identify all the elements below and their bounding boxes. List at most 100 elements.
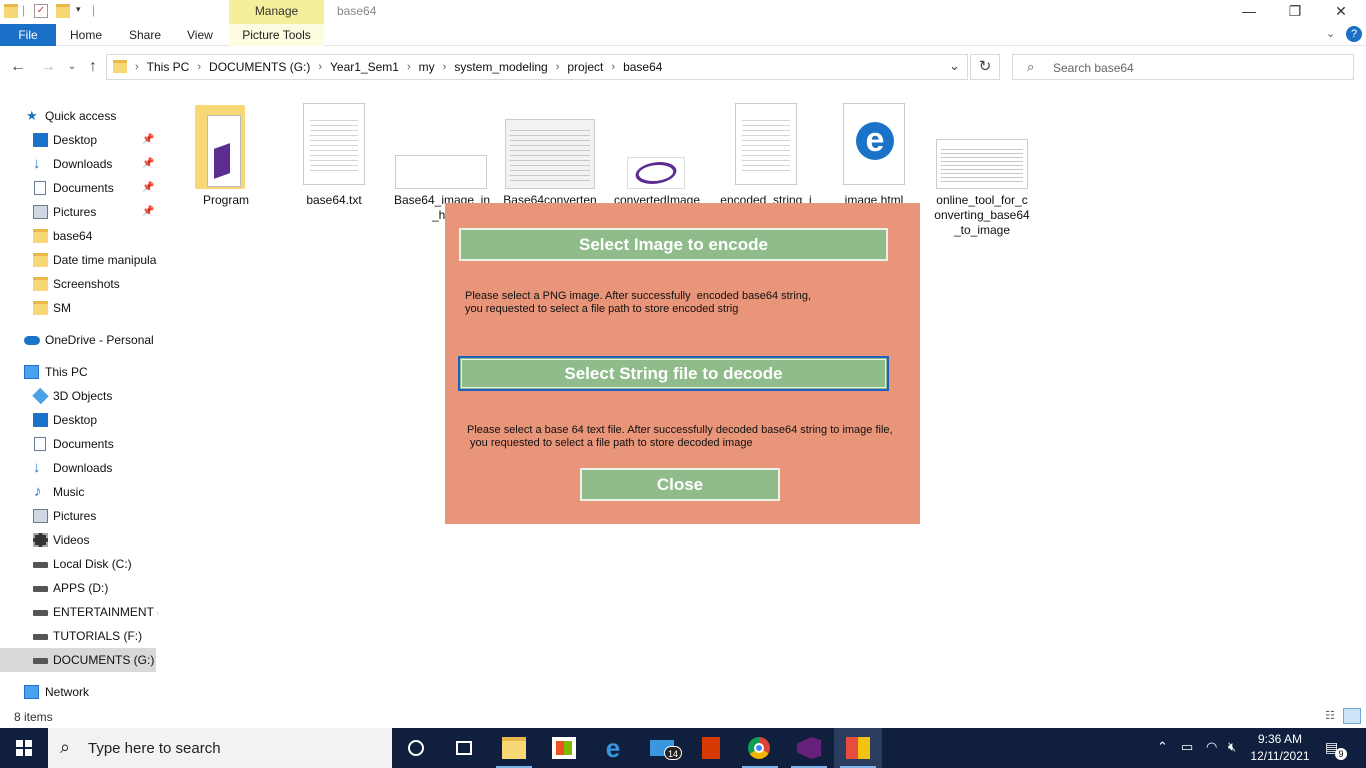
forward-arrow-icon[interactable]: → — [38, 58, 58, 76]
nav-onedrive[interactable]: OneDrive - Personal — [0, 328, 158, 352]
logo-shape — [631, 162, 681, 184]
nav-apps-d[interactable]: APPS (D:) — [0, 576, 158, 600]
nav-pictures[interactable]: Pictures — [0, 504, 158, 528]
taskbar-office[interactable] — [687, 728, 735, 768]
refresh-icon[interactable]: ↻ — [970, 54, 1000, 80]
divider: | — [92, 3, 96, 17]
volume-muted-icon[interactable]: 🔇︎ — [1228, 739, 1236, 755]
file-item-program[interactable]: Program — [177, 103, 275, 213]
customize-toolbar-icon[interactable]: ▾ — [76, 4, 81, 15]
taskbar-edge[interactable]: e — [589, 728, 637, 768]
taskbar-mail[interactable]: 14 — [638, 728, 686, 768]
nav-videos[interactable]: Videos — [0, 528, 158, 552]
taskbar-chrome[interactable] — [736, 728, 784, 768]
breadcrumb-year1-sem1[interactable]: Year1_Sem1 — [330, 60, 399, 74]
pin-icon[interactable]: 📌 — [142, 176, 154, 200]
nav-qa-base64[interactable]: base64 — [0, 224, 158, 248]
back-arrow-icon[interactable]: ← — [8, 58, 28, 76]
chevron-right-icon[interactable]: › — [611, 61, 615, 73]
task-view-button[interactable] — [440, 728, 488, 768]
pin-icon[interactable]: 📌 — [142, 128, 154, 152]
address-bar[interactable]: › This PC › DOCUMENTS (G:) › Year1_Sem1 … — [106, 54, 968, 80]
search-input[interactable]: ⌕ Search base64 — [1012, 54, 1354, 80]
title-bar: | ✓ ▾ | Manage base64 — ❐ ✕ — [0, 0, 1366, 24]
wifi-icon[interactable]: ◠ — [1206, 739, 1217, 755]
battery-icon[interactable]: ▭ — [1181, 739, 1193, 755]
show-hidden-icons-chevron-up-icon[interactable]: ⌃ — [1157, 739, 1168, 755]
nav-qa-screenshots[interactable]: Screenshots — [0, 272, 158, 296]
manage-tab[interactable]: Manage — [229, 0, 324, 24]
taskbar-visual-studio[interactable] — [785, 728, 833, 768]
chevron-right-icon[interactable]: › — [556, 61, 560, 73]
pin-icon[interactable]: 📌 — [142, 152, 154, 176]
close-window-button[interactable]: ✕ — [1318, 0, 1364, 24]
taskbar-file-explorer[interactable] — [490, 728, 538, 768]
chevron-right-icon[interactable]: › — [443, 61, 447, 73]
close-button[interactable]: Close — [580, 468, 780, 501]
file-item-converted-image[interactable]: convertedImage — [608, 103, 706, 213]
up-arrow-icon[interactable]: ↑ — [83, 58, 103, 76]
file-item-base64-txt[interactable]: base64.txt — [285, 103, 383, 213]
file-item-online-tool[interactable]: online_tool_for_c onverting_base64 _to_i… — [933, 103, 1031, 243]
tab-view[interactable]: View — [187, 24, 213, 46]
nav-qa-pictures[interactable]: Pictures 📌 — [0, 200, 158, 224]
chevron-right-icon[interactable]: › — [197, 61, 201, 73]
nav-qa-desktop[interactable]: Desktop 📌 — [0, 128, 158, 152]
select-image-to-encode-button[interactable]: Select Image to encode — [459, 228, 888, 261]
edge-icon: e — [856, 122, 894, 160]
cortana-button[interactable] — [392, 728, 440, 768]
nav-entertainment-e[interactable]: ENTERTAINMENT (E — [0, 600, 158, 624]
nav-quick-access[interactable]: ★ Quick access — [0, 104, 158, 128]
help-icon[interactable]: ? — [1346, 26, 1362, 42]
new-folder-icon[interactable] — [56, 4, 70, 18]
tab-file[interactable]: File — [0, 24, 56, 46]
nav-qa-sm[interactable]: SM — [0, 296, 158, 320]
tab-share[interactable]: Share — [129, 24, 161, 46]
file-item-base64converter[interactable]: Base64converten — [501, 103, 599, 213]
cloud-icon — [24, 336, 40, 345]
chevron-right-icon[interactable]: › — [407, 61, 411, 73]
breadcrumb-my[interactable]: my — [419, 60, 435, 74]
nav-tutorials-f[interactable]: TUTORIALS (F:) — [0, 624, 158, 648]
chevron-right-icon[interactable]: › — [318, 61, 322, 73]
large-icons-view-icon[interactable] — [1343, 708, 1361, 724]
nav-downloads[interactable]: ↓ Downloads — [0, 456, 158, 480]
breadcrumb-base64[interactable]: base64 — [623, 60, 662, 74]
minimize-button[interactable]: — — [1226, 0, 1272, 24]
folder-icon — [113, 60, 127, 73]
breadcrumb-documents-g[interactable]: DOCUMENTS (G:) — [209, 60, 310, 74]
nav-desktop[interactable]: Desktop — [0, 408, 158, 432]
nav-qa-downloads[interactable]: ↓ Downloads 📌 — [0, 152, 158, 176]
pin-icon[interactable]: 📌 — [142, 200, 154, 224]
file-item-encoded-string[interactable]: encoded_string_i — [717, 103, 815, 213]
nav-qa-documents[interactable]: Documents 📌 — [0, 176, 158, 200]
taskbar-base64-app[interactable] — [834, 728, 882, 768]
tab-picture-tools[interactable]: Picture Tools — [229, 24, 324, 46]
recent-locations-icon[interactable]: ⌄ — [62, 58, 82, 76]
nav-documents[interactable]: Documents — [0, 432, 158, 456]
breadcrumb-this-pc[interactable]: This PC — [147, 60, 190, 74]
breadcrumb-project[interactable]: project — [567, 60, 603, 74]
clock[interactable]: 9:36 AM 12/11/2021 — [1245, 731, 1315, 765]
nav-network[interactable]: Network — [0, 680, 158, 704]
chevron-right-icon: › — [135, 61, 139, 73]
taskbar-search-input[interactable]: ⌕ Type here to search — [48, 728, 392, 768]
expand-ribbon-icon[interactable]: ⌄ — [1326, 27, 1335, 40]
nav-qa-date-time[interactable]: Date time manipula — [0, 248, 158, 272]
taskbar-store[interactable] — [540, 728, 588, 768]
nav-3d-objects[interactable]: 3D Objects — [0, 384, 158, 408]
properties-icon[interactable]: ✓ — [34, 4, 48, 18]
select-string-file-to-decode-button[interactable]: Select String file to decode — [458, 356, 889, 391]
maximize-button[interactable]: ❐ — [1272, 0, 1318, 24]
file-item-image-html[interactable]: e image.html — [825, 103, 923, 213]
breadcrumb-system-modeling[interactable]: system_modeling — [454, 60, 547, 74]
chevron-down-icon[interactable]: ⌄ — [949, 58, 960, 74]
nav-this-pc[interactable]: This PC — [0, 360, 158, 384]
start-button[interactable] — [0, 728, 48, 768]
nav-music[interactable]: ♪ Music — [0, 480, 158, 504]
details-view-icon[interactable]: ☷ — [1321, 708, 1339, 724]
tab-home[interactable]: Home — [70, 24, 102, 46]
nav-documents-g[interactable]: DOCUMENTS (G:) — [0, 648, 156, 672]
nav-local-disk-c[interactable]: Local Disk (C:) — [0, 552, 158, 576]
nav-label: 3D Objects — [53, 389, 113, 403]
